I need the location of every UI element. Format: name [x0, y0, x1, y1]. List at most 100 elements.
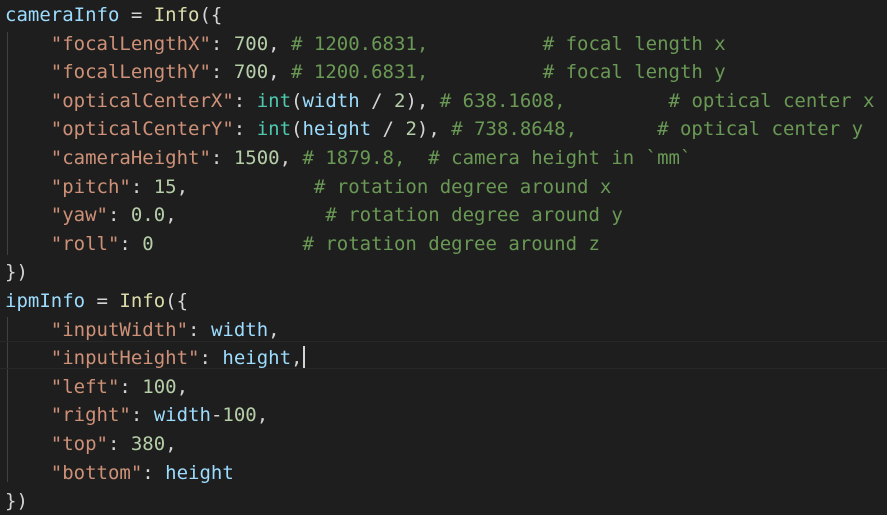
code-token: :	[130, 404, 154, 427]
code-token: width	[153, 404, 211, 427]
code-line[interactable]: "roll": 0 # rotation degree around z	[5, 230, 600, 258]
code-line[interactable]: })	[5, 258, 28, 286]
code-line[interactable]: "pitch": 15, # rotation degree around x	[5, 173, 612, 201]
code-token: "bottom"	[50, 461, 143, 484]
code-token: "yaw"	[50, 204, 108, 227]
code-token: int	[256, 118, 292, 141]
code-token: ({	[199, 4, 223, 26]
code-token: (	[291, 89, 303, 112]
code-token: # 1200.6831, # focal length y	[291, 61, 726, 84]
code-line[interactable]: "focalLengthX": 700, # 1200.6831, # foca…	[5, 30, 726, 58]
code-token: ),	[416, 118, 452, 141]
code-line[interactable]: "right": width-100,	[5, 401, 268, 429]
code-token: height	[302, 118, 372, 141]
code-token: # rotation degree around x	[313, 175, 612, 198]
code-token: "inputWidth"	[50, 318, 189, 341]
code-line[interactable]: })	[5, 487, 28, 515]
code-token: "opticalCenterX"	[50, 89, 234, 112]
code-token: # 1879.8, # camera height in `mm`	[302, 147, 692, 169]
code-line[interactable]: "opticalCenterY": int(height / 2), # 738…	[5, 115, 863, 143]
code-token: ,	[165, 204, 326, 227]
code-token: "focalLengthX"	[50, 32, 211, 55]
code-token: width	[302, 89, 360, 112]
code-token: ,	[176, 175, 314, 198]
code-token: /	[359, 89, 394, 112]
code-token: ({	[165, 290, 189, 312]
code-token: :	[233, 89, 257, 112]
code-token: "right"	[50, 404, 131, 427]
code-line[interactable]: "yaw": 0.0, # rotation degree around y	[5, 201, 623, 229]
code-line[interactable]: "left": 100,	[5, 373, 188, 401]
code-token: ipmInfo	[5, 290, 86, 312]
code-token: :	[188, 318, 211, 341]
code-line[interactable]: ipmInfo = Info({	[5, 287, 188, 315]
code-token: :	[119, 375, 143, 398]
code-editor[interactable]: cameraInfo = Info({ "focalLengthX": 700,…	[0, 0, 887, 513]
code-token: :	[199, 347, 223, 370]
code-token: :	[210, 61, 234, 84]
code-token: "cameraHeight"	[50, 147, 211, 169]
code-token: ,	[176, 375, 189, 398]
code-token: int	[256, 89, 292, 112]
code-line[interactable]: "top": 380,	[5, 430, 177, 458]
code-token: :	[233, 118, 257, 141]
code-token: ,	[256, 404, 269, 427]
code-token: # 638.1608, # optical center x	[439, 89, 875, 112]
code-token: Info	[119, 290, 166, 312]
code-token: "roll"	[50, 232, 120, 255]
code-token: :	[107, 204, 131, 227]
code-token: /	[371, 118, 406, 141]
code-token: "top"	[50, 433, 108, 455]
code-token: "left"	[50, 375, 120, 398]
code-token: 2	[394, 89, 406, 112]
code-token: 15	[153, 175, 177, 198]
code-token: ,	[279, 147, 303, 169]
code-line[interactable]: "inputHeight": height,	[5, 344, 306, 372]
code-token: })	[5, 490, 28, 513]
code-token: # 738.8648, # optical center y	[451, 118, 864, 141]
code-token: 700	[233, 61, 269, 84]
text-cursor	[303, 346, 306, 369]
code-token: })	[5, 261, 28, 284]
code-token: :	[119, 232, 143, 255]
code-line[interactable]: "focalLengthY": 700, # 1200.6831, # foca…	[5, 58, 726, 86]
code-token: Info	[153, 4, 200, 26]
code-token: ,	[268, 61, 292, 84]
code-token: :	[130, 175, 154, 198]
code-token: =	[119, 4, 154, 26]
code-token: 380	[130, 433, 166, 455]
code-token: height	[222, 347, 292, 370]
code-token: 100	[222, 404, 257, 427]
code-line[interactable]: "cameraHeight": 1500, # 1879.8, # camera…	[5, 144, 692, 172]
code-token: ,	[291, 347, 303, 370]
code-line[interactable]: "bottom": height	[5, 459, 234, 487]
code-token: 2	[405, 118, 417, 141]
code-token: "pitch"	[50, 175, 131, 198]
code-token: # rotation degree around y	[325, 204, 623, 227]
code-token: "opticalCenterY"	[50, 118, 234, 141]
code-token: 100	[142, 375, 177, 398]
code-token: ,	[268, 318, 280, 341]
code-line[interactable]: "opticalCenterX": int(width / 2), # 638.…	[5, 87, 875, 115]
code-token: ),	[405, 89, 440, 112]
code-token: 0	[142, 232, 154, 255]
code-token: width	[210, 318, 269, 341]
code-token: cameraInfo	[5, 4, 120, 26]
code-line[interactable]: cameraInfo = Info({	[5, 1, 222, 29]
code-token: :	[210, 32, 234, 55]
code-token: height	[165, 461, 234, 484]
code-token: 700	[233, 32, 269, 55]
code-line[interactable]: "inputWidth": width,	[5, 316, 280, 344]
